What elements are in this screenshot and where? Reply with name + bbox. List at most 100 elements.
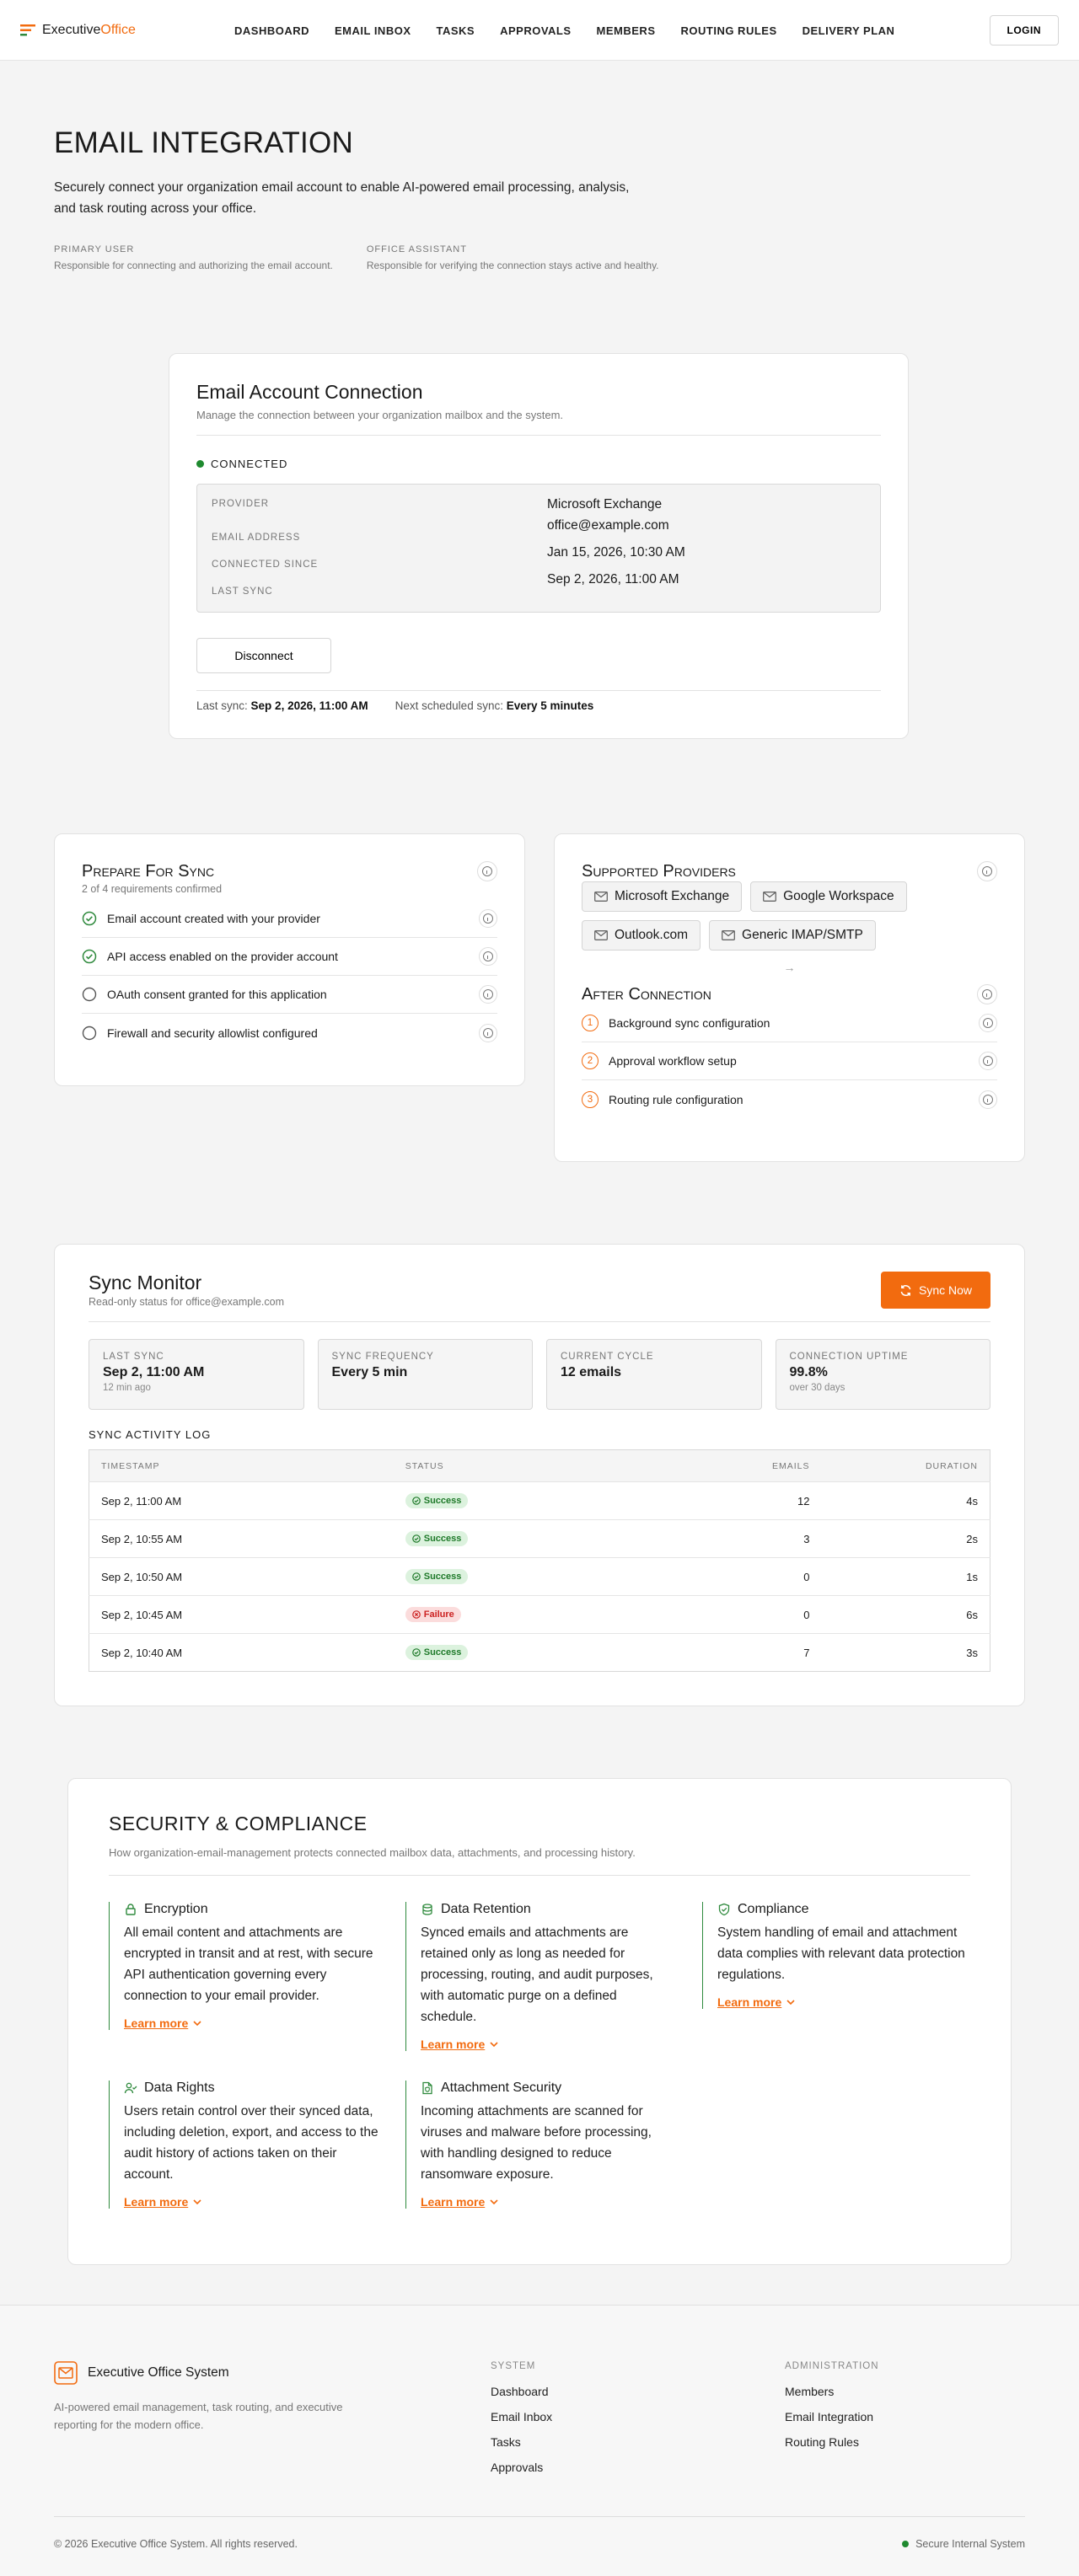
role-desc: Responsible for verifying the connection… [366, 260, 659, 271]
footer-link-tasks[interactable]: Tasks [491, 2435, 552, 2449]
connection-details: PROVIDER EMAIL ADDRESS CONNECTED SINCE L… [196, 484, 881, 613]
chevron-down-icon [490, 2041, 498, 2047]
learn-more-link[interactable]: Learn more [124, 2195, 378, 2209]
info-icon[interactable] [977, 984, 997, 1004]
brand-logo[interactable]: ExecutiveOffice [20, 23, 136, 38]
stat-last-sync: LAST SYNC Sep 2, 11:00 AM 12 min ago [89, 1339, 304, 1410]
connection-subtitle: Manage the connection between your organ… [196, 409, 564, 421]
security-feature-data-retention: Data Retention Synced emails and attachme… [405, 1902, 675, 2051]
footer-link-dashboard[interactable]: Dashboard [491, 2385, 552, 2398]
sync-now-button[interactable]: Sync Now [881, 1272, 990, 1309]
footer-link-routing-rules[interactable]: Routing Rules [785, 2435, 879, 2449]
sync-monitor-panel: Sync Monitor Read-only status for office… [54, 1244, 1025, 1706]
info-icon[interactable] [479, 909, 497, 928]
status-badge: Success [405, 1645, 469, 1660]
provider-value: Microsoft Exchange [547, 497, 663, 511]
provider-chip[interactable]: Generic IMAP/SMTP [709, 920, 876, 951]
requirement-item[interactable]: API access enabled on the provider accou… [82, 938, 497, 976]
chevron-down-icon [193, 2198, 201, 2204]
provider-chip[interactable]: Microsoft Exchange [582, 881, 743, 912]
info-icon[interactable] [479, 1023, 497, 1042]
info-icon[interactable] [979, 1014, 997, 1032]
top-header: ExecutiveOffice DASHBOARD EMAIL INBOX TA… [0, 0, 1079, 61]
requirement-item[interactable]: Email account created with your provider [82, 900, 497, 938]
provider-chip[interactable]: Outlook.com [582, 920, 701, 951]
requirement-item[interactable]: Firewall and security allowlist configur… [82, 1014, 497, 1052]
footer-link-email-integration[interactable]: Email Integration [785, 2410, 879, 2423]
disconnect-button[interactable]: Disconnect [196, 638, 331, 673]
last-sync-value: Sep 2, 2026, 11:00 AM [547, 572, 679, 586]
requirement-item[interactable]: OAuth consent granted for this applicati… [82, 976, 497, 1014]
nav-tasks[interactable]: TASKS [437, 24, 475, 37]
cell-status: Success [393, 1481, 645, 1520]
cell-timestamp: Sep 2, 10:45 AM [89, 1595, 394, 1634]
providers-panel: Supported Providers Microsoft Exchange G… [554, 833, 1025, 1162]
cell-duration: 1s [821, 1557, 990, 1596]
step-number: 3 [582, 1090, 599, 1108]
table-row: Sep 2, 10:50 AM Success 0 1s [89, 1557, 990, 1596]
last-sync-info: Last sync: Sep 2, 2026, 11:00 AM [196, 699, 368, 712]
provider-chips: Microsoft Exchange Google Workspace Outl… [582, 881, 944, 951]
roles: PRIMARY USER Responsible for connecting … [54, 244, 1025, 271]
security-feature-compliance: Compliance System handling of email and a… [702, 1902, 972, 2009]
nav-email-inbox[interactable]: EMAIL INBOX [335, 24, 411, 37]
learn-more-link[interactable]: Learn more [717, 1995, 972, 2009]
arrow-right-icon: → [783, 961, 796, 974]
nav-routing-rules[interactable]: ROUTING RULES [681, 24, 777, 37]
menu-lines-icon [20, 24, 35, 35]
cell-emails: 0 [644, 1595, 822, 1634]
footer-brand-name: Executive Office System [88, 2365, 229, 2380]
feature-description: System handling of email and attachment … [717, 1925, 965, 1982]
security-subtitle: How organization-email-management protec… [109, 1846, 636, 1859]
next-sync-info: Next scheduled sync: Every 5 minutes [395, 699, 594, 712]
feature-description: All email content and attachments are en… [124, 1925, 373, 2003]
info-icon[interactable] [979, 1052, 997, 1070]
after-connection-item[interactable]: 2 Approval workflow setup [582, 1042, 997, 1080]
table-row: Sep 2, 10:45 AM Failure 0 6s [89, 1595, 990, 1634]
info-icon[interactable] [477, 861, 497, 881]
status-text: CONNECTED [211, 458, 288, 470]
security-feature-data-rights: Data Rights Users retain control over the… [109, 2081, 378, 2209]
chevron-down-icon [193, 2020, 201, 2026]
mail-icon [594, 930, 608, 940]
nav-dashboard[interactable]: DASHBOARD [234, 24, 309, 37]
footer-admin-links: ADMINISTRATION Members Email Integration… [785, 2361, 879, 2449]
stat-current-cycle: CURRENT CYCLE 12 emails [546, 1339, 762, 1410]
cell-emails: 0 [644, 1557, 822, 1596]
nav-members[interactable]: MEMBERS [597, 24, 656, 37]
requirements-list: Email account created with your provider… [82, 900, 497, 1052]
learn-more-link[interactable]: Learn more [421, 2038, 675, 2051]
email-connection-card: Email Account Connection Manage the conn… [169, 353, 909, 739]
nav-delivery-plan[interactable]: DELIVERY PLAN [803, 24, 895, 37]
requirement-label: OAuth consent granted for this applicati… [107, 988, 327, 1001]
footer-link-email-inbox[interactable]: Email Inbox [491, 2410, 552, 2423]
security-feature-encryption: Encryption All email content and attachme… [109, 1902, 378, 2030]
email-label: EMAIL ADDRESS [212, 533, 301, 543]
nav-approvals[interactable]: APPROVALS [500, 24, 571, 37]
info-icon[interactable] [979, 1090, 997, 1109]
page-description: Securely connect your organization email… [54, 180, 630, 216]
info-icon[interactable] [479, 985, 497, 1004]
mail-icon [594, 892, 608, 902]
mail-icon [722, 930, 735, 940]
footer-link-members[interactable]: Members [785, 2385, 879, 2398]
secure-system-badge: Secure Internal System [902, 2538, 1025, 2550]
footer-brand: Executive Office System [54, 2361, 229, 2385]
provider-chip[interactable]: Google Workspace [750, 881, 907, 912]
login-button[interactable]: LOGIN [989, 15, 1059, 46]
info-icon[interactable] [977, 861, 997, 881]
prepare-subtitle: 2 of 4 requirements confirmed [82, 883, 223, 895]
check-circle-icon [82, 911, 97, 926]
hero-section: EMAIL INTEGRATION Securely connect your … [0, 61, 1079, 271]
check-circle-icon [411, 1497, 421, 1505]
database-icon [422, 1904, 432, 1915]
cell-timestamp: Sep 2, 10:40 AM [89, 1633, 394, 1672]
info-icon[interactable] [479, 947, 497, 966]
after-connection-item[interactable]: 1 Background sync configuration [582, 1004, 997, 1042]
connected-since-value: Jan 15, 2026, 10:30 AM [547, 545, 685, 560]
after-connection-item[interactable]: 3 Routing rule configuration [582, 1080, 997, 1118]
security-title: SECURITY & COMPLIANCE [109, 1813, 368, 1834]
footer-link-approvals[interactable]: Approvals [491, 2461, 552, 2474]
learn-more-link[interactable]: Learn more [421, 2195, 675, 2209]
learn-more-link[interactable]: Learn more [124, 2016, 378, 2030]
